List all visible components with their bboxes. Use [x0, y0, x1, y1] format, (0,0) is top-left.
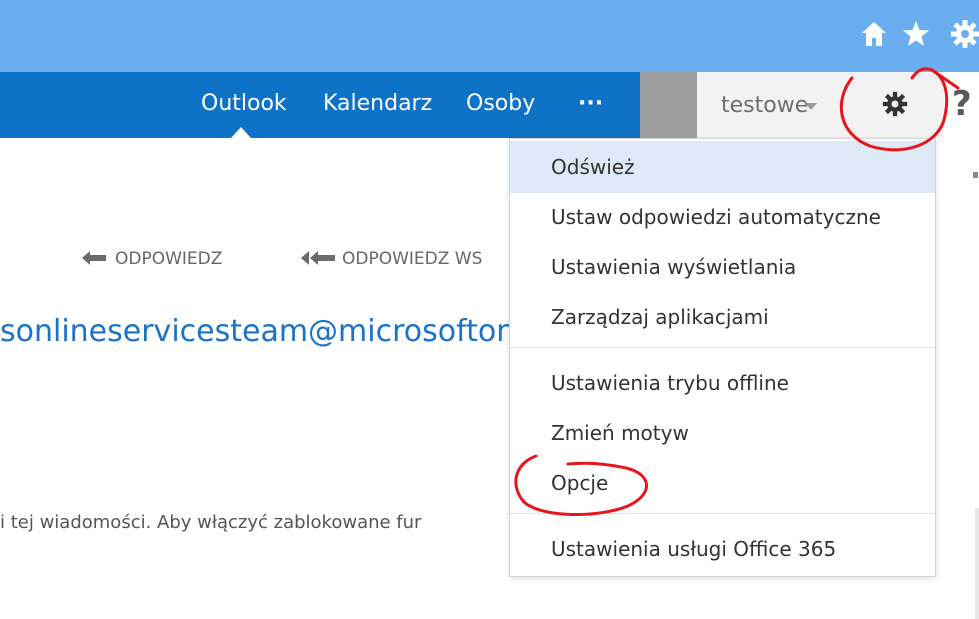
menu-item-automatic-replies[interactable]: Ustaw odpowiedzi automatyczne: [510, 191, 935, 243]
settings-dropdown-menu: Odśwież Ustaw odpowiedzi automatyczne Us…: [509, 138, 936, 577]
nav-item-people[interactable]: Osoby: [466, 86, 535, 122]
sender-email[interactable]: sonlineservicesteam@microsofton: [0, 310, 515, 354]
scroll-track[interactable]: [975, 508, 979, 619]
double-arrow-left-icon: [301, 251, 335, 265]
menu-item-change-theme[interactable]: Zmień motyw: [510, 407, 935, 459]
user-menu-button[interactable]: testowe: [697, 72, 846, 138]
arrow-left-icon: [82, 251, 106, 265]
menu-item-offline-settings[interactable]: Ustawienia trybu offline: [510, 357, 935, 409]
chevron-down-icon: [805, 103, 817, 110]
star-icon[interactable]: [902, 18, 930, 50]
reply-all-label: ODPOWIEDZ WS: [342, 249, 483, 269]
nav-active-indicator: [231, 127, 251, 138]
blocked-content-notice: i tej wiadomości. Aby włączyć zablokowan…: [0, 512, 422, 533]
scroll-arrow-icon: [973, 172, 978, 178]
help-button[interactable]: ?: [944, 72, 979, 138]
reply-button[interactable]: ODPOWIEDZ: [81, 244, 222, 274]
gear-icon[interactable]: [950, 18, 979, 50]
home-icon[interactable]: [860, 18, 888, 50]
menu-item-display-settings[interactable]: Ustawienia wyświetlania: [510, 241, 935, 293]
help-icon: ?: [952, 84, 972, 124]
browser-toolbar: [0, 0, 979, 72]
avatar[interactable]: [640, 72, 697, 138]
menu-divider: [510, 347, 935, 348]
nav-more-button[interactable]: ···: [578, 86, 603, 122]
reply-all-button[interactable]: ODPOWIEDZ WS: [300, 244, 510, 274]
reply-label: ODPOWIEDZ: [115, 249, 223, 269]
menu-divider: [510, 513, 935, 514]
user-name: testowe: [721, 93, 809, 118]
nav-item-outlook[interactable]: Outlook: [201, 86, 287, 122]
menu-item-options[interactable]: Opcje: [510, 457, 935, 509]
menu-item-office365-settings[interactable]: Ustawienia usługi Office 365: [510, 523, 935, 575]
menu-item-manage-apps[interactable]: Zarządzaj aplikacjami: [510, 291, 935, 343]
right-scrollbar[interactable]: [963, 138, 979, 619]
menu-item-refresh[interactable]: Odśwież: [510, 141, 935, 193]
nav-item-calendar[interactable]: Kalendarz: [323, 86, 432, 122]
settings-button[interactable]: [846, 72, 944, 138]
settings-gear-icon: [882, 91, 908, 117]
